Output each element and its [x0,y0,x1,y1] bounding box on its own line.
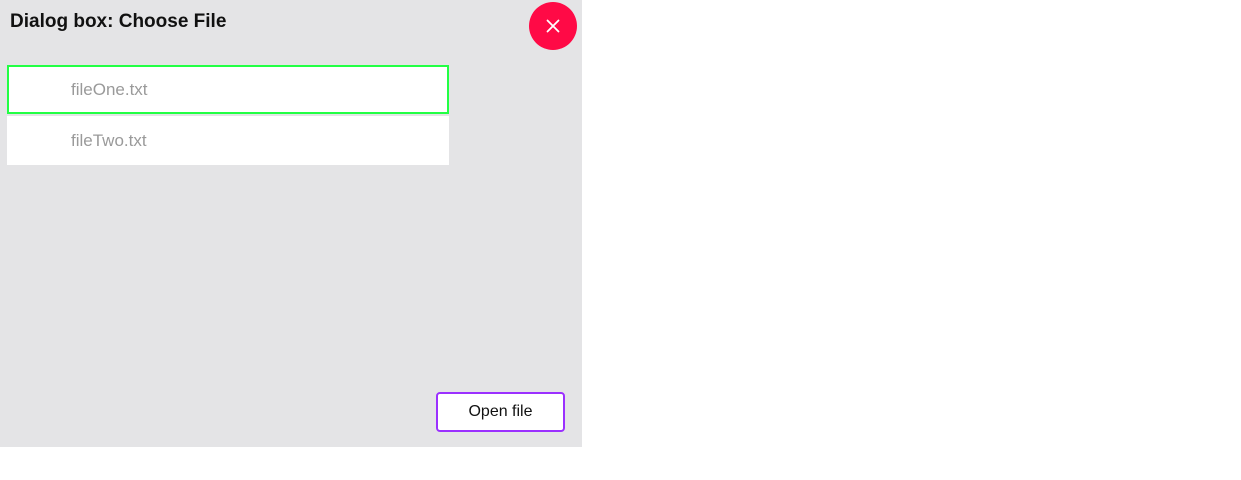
close-icon [546,19,560,33]
choose-file-dialog: Dialog box: Choose File fileOne.txt file… [0,0,582,447]
file-name: fileOne.txt [71,79,148,99]
dialog-title: Dialog box: Choose File [10,11,227,32]
file-item[interactable]: fileOne.txt [7,65,449,114]
close-button[interactable] [529,2,577,50]
file-list: fileOne.txt fileTwo.txt [7,65,449,165]
file-item[interactable]: fileTwo.txt [7,116,449,165]
file-name: fileTwo.txt [71,130,147,150]
open-file-button[interactable]: Open file [436,392,565,432]
